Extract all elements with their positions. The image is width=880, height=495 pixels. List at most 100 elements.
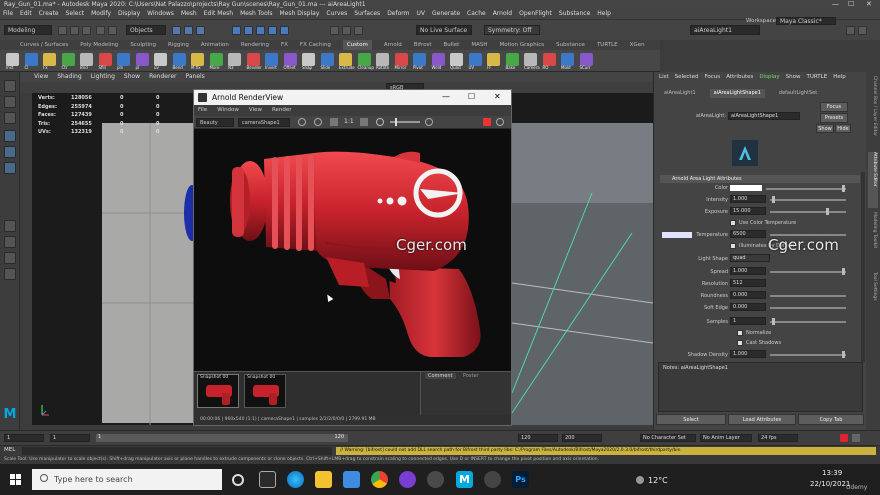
presets-button[interactable]: Presets	[820, 113, 848, 123]
shelf-tab-animation[interactable]: Animation	[201, 40, 229, 50]
render-settings-gear-icon[interactable]	[496, 118, 504, 126]
rv-minimize-button[interactable]: —	[442, 92, 450, 101]
menu-help[interactable]: Help	[597, 9, 611, 19]
section-header[interactable]: Arnold Area Light Attributes	[660, 175, 860, 183]
color-slider[interactable]	[766, 188, 846, 190]
snap-to-view-plane-icon[interactable]	[268, 26, 277, 35]
exposure-slider-knob[interactable]	[395, 118, 397, 126]
symmetry-dropdown[interactable]: Symmetry: Off	[484, 25, 540, 35]
menu-surfaces[interactable]: Surfaces	[354, 9, 380, 19]
color-slider-knob[interactable]	[842, 185, 845, 192]
roundness-field[interactable]: 0.000	[730, 291, 766, 299]
menu-mesh[interactable]: Mesh	[181, 9, 197, 19]
use-color-temperature-checkbox[interactable]	[730, 220, 736, 226]
render-settings-icon[interactable]	[354, 26, 363, 35]
undo-icon[interactable]	[96, 26, 105, 35]
soft-edge-slider[interactable]	[770, 307, 846, 309]
rv-menu-render[interactable]: Render	[272, 105, 292, 116]
menu-curves[interactable]: Curves	[326, 9, 347, 19]
select-tool-icon[interactable]	[4, 80, 16, 92]
auto-key-icon[interactable]	[840, 434, 848, 442]
four-view-icon[interactable]	[4, 236, 16, 248]
open-scene-icon[interactable]	[70, 26, 79, 35]
normalize-checkbox[interactable]	[737, 330, 743, 336]
rv-maximize-button[interactable]: ☐	[468, 92, 475, 101]
fps-dropdown[interactable]: 24 fps	[758, 434, 798, 442]
windows-start-icon[interactable]	[10, 474, 21, 485]
character-set-dropdown[interactable]: No Character Set	[640, 434, 696, 442]
exposure-icon[interactable]	[376, 118, 384, 126]
select-by-component-icon[interactable]	[196, 26, 205, 35]
select-by-hierarchy-icon[interactable]	[172, 26, 181, 35]
move-tool-icon[interactable]	[4, 130, 16, 142]
shelf-tab-custom[interactable]: Custom	[342, 40, 372, 50]
photoshop-icon[interactable]: Ps	[512, 471, 529, 488]
shelf-tab-substance[interactable]: Substance	[556, 40, 585, 50]
menu-display[interactable]: Display	[118, 9, 140, 19]
resolution-field[interactable]: 512	[730, 279, 766, 287]
make-live-icon[interactable]	[280, 26, 289, 35]
app-icon[interactable]	[427, 471, 444, 488]
snap-to-grid-icon[interactable]	[232, 26, 241, 35]
shelf-tab-rendering[interactable]: Rendering	[241, 40, 269, 50]
tab-poster[interactable]: Poster	[463, 373, 479, 379]
spread-slider[interactable]	[770, 271, 846, 273]
close-button[interactable]: ✕	[866, 0, 872, 9]
exposure-slider[interactable]	[770, 211, 846, 213]
single-view-icon[interactable]	[4, 220, 16, 232]
menu-deform[interactable]: Deform	[387, 9, 409, 19]
intensity-slider-knob[interactable]	[772, 196, 775, 203]
snapshot-thumbnail[interactable]: Snapshot 00	[197, 374, 239, 408]
cortana-icon[interactable]	[232, 474, 244, 486]
display-settings-icon[interactable]	[360, 118, 368, 126]
lasso-tool-icon[interactable]	[4, 96, 16, 108]
roundness-slider[interactable]	[770, 295, 846, 297]
copy-tab-button[interactable]: Copy Tab	[798, 414, 864, 425]
rv-menu-window[interactable]: Window	[217, 105, 239, 116]
arnold-renderview-window[interactable]: Arnold RenderView — ☐ ✕ File Window View…	[193, 89, 512, 426]
ae-menu-focus[interactable]: Focus	[704, 72, 720, 82]
menu-uv[interactable]: UV	[417, 9, 426, 19]
tab-comment[interactable]: Comment	[425, 373, 456, 379]
show-button[interactable]: Show	[816, 124, 834, 133]
shelf-tab-motion-graphics[interactable]: Motion Graphics	[499, 40, 544, 50]
ae-menu-list[interactable]: List	[659, 72, 669, 82]
select-by-object-icon[interactable]	[184, 26, 193, 35]
ae-tab-shape[interactable]: aiAreaLightShape1	[709, 89, 765, 98]
render-icon[interactable]	[330, 26, 339, 35]
new-scene-icon[interactable]	[58, 26, 67, 35]
menu-openflight[interactable]: OpenFlight	[519, 9, 552, 19]
rv-menu-view[interactable]: View	[249, 105, 262, 116]
side-tab-channel-box[interactable]: Channel Box / Layer Editor	[872, 76, 877, 136]
app-icon[interactable]	[484, 471, 501, 488]
playback-start-field[interactable]: 1	[50, 434, 90, 442]
start-time-field[interactable]: 1	[4, 434, 44, 442]
side-tab-tool-settings[interactable]: Tool Settings	[872, 272, 877, 301]
menu-cache[interactable]: Cache	[467, 9, 486, 19]
side-tab-attribute-editor[interactable]: Attribute Editor	[872, 152, 877, 187]
illuminates-checkbox[interactable]	[730, 243, 736, 249]
notes-panel[interactable]: Notes: aiAreaLightShape1	[658, 362, 863, 412]
taskbar-search-box[interactable]: Type here to search	[32, 469, 222, 490]
viewport-menu-renderer[interactable]: Renderer	[149, 72, 176, 82]
scale-tool-icon[interactable]	[4, 162, 16, 174]
cast-shadows-checkbox[interactable]	[737, 340, 743, 346]
shelf-tab-fx-caching[interactable]: FX Caching	[300, 40, 331, 50]
viewport-menu-panels[interactable]: Panels	[185, 72, 204, 82]
redo-icon[interactable]	[108, 26, 117, 35]
selection-mode-dropdown[interactable]: Objects	[126, 25, 166, 35]
save-scene-icon[interactable]	[82, 26, 91, 35]
ae-menu-help[interactable]: Help	[833, 72, 846, 82]
end-time-field[interactable]: 200	[562, 434, 602, 442]
menu-select[interactable]: Select	[66, 9, 85, 19]
menu-edit[interactable]: Edit	[20, 9, 32, 19]
anim-layer-dropdown[interactable]: No Anim Layer	[700, 434, 752, 442]
zoom-ratio[interactable]: 1:1	[344, 118, 354, 125]
menu-arnold[interactable]: Arnold	[493, 9, 512, 19]
samples-field[interactable]: 1	[730, 317, 766, 325]
camera-dropdown[interactable]: cameraShape1	[238, 118, 290, 127]
snap-to-point-icon[interactable]	[256, 26, 265, 35]
viewport-menu-lighting[interactable]: Lighting	[91, 72, 115, 82]
rotate-tool-icon[interactable]	[4, 146, 16, 158]
exposure-slider-knob[interactable]	[826, 208, 829, 215]
